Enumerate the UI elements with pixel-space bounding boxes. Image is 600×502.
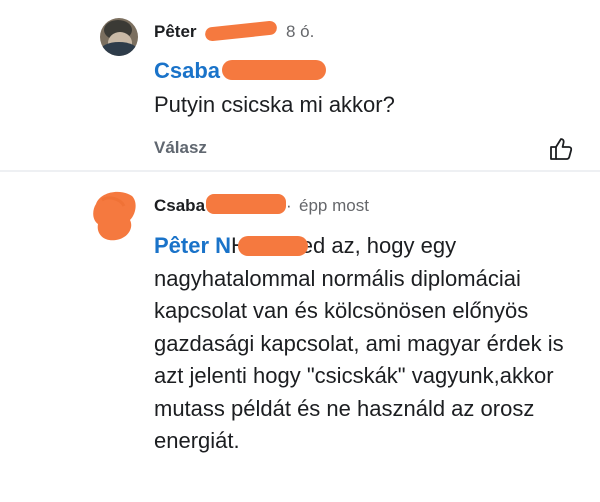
comment-text: Putyin csicska mi akkor? — [154, 92, 395, 117]
author-name[interactable]: Pêter — [154, 22, 197, 42]
redaction-mark — [206, 194, 286, 214]
redaction-mark — [222, 60, 326, 80]
mention-link[interactable]: Pêter N — [154, 233, 231, 258]
reply-button[interactable]: Válasz — [154, 138, 207, 158]
separator-dot: · — [286, 196, 292, 215]
redaction-mark — [204, 20, 278, 42]
comment-text-body: Ha neked az, hogy egy nagyhatalommal nor… — [154, 233, 564, 453]
thumbs-up-icon[interactable] — [548, 136, 574, 162]
avatar[interactable] — [90, 186, 140, 246]
redaction-mark — [238, 236, 308, 256]
timestamp[interactable]: 8 ó. — [286, 22, 314, 42]
author-name[interactable]: Csaba — [154, 196, 205, 216]
comment-header: Pêter — [154, 22, 197, 42]
avatar[interactable] — [100, 18, 138, 56]
mention-link[interactable]: Csaba — [154, 58, 220, 84]
comment-text: Pêter NHa neked az, hogy egy nagyhatalom… — [154, 230, 574, 458]
comment-1: Pêter 8 ó. Csaba Putyin csicska mi akkor… — [0, 0, 600, 172]
timestamp[interactable]: épp most — [299, 196, 369, 216]
comment-header: Csaba — [154, 196, 205, 216]
